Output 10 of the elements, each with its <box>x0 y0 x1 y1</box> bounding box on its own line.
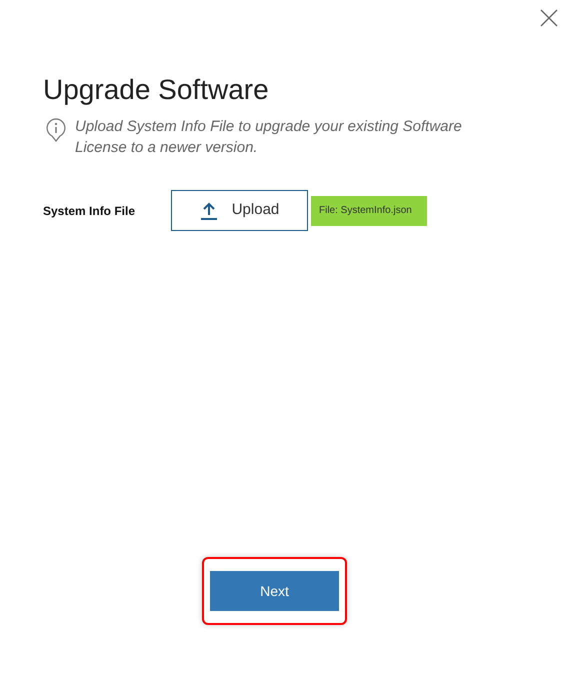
close-button[interactable] <box>540 9 558 27</box>
info-icon <box>46 118 66 142</box>
close-icon <box>540 9 558 27</box>
upload-icon <box>200 202 218 220</box>
field-label: System Info File <box>43 202 136 220</box>
info-text: Upload System Info File to upgrade your existing Software License to a newer version. <box>75 117 463 158</box>
dialog-title: Upgrade Software <box>43 73 269 107</box>
upload-button[interactable]: Upload <box>171 190 308 231</box>
next-button[interactable]: Next <box>210 571 339 611</box>
file-name-tag: File: SystemInfo.json <box>311 196 427 226</box>
